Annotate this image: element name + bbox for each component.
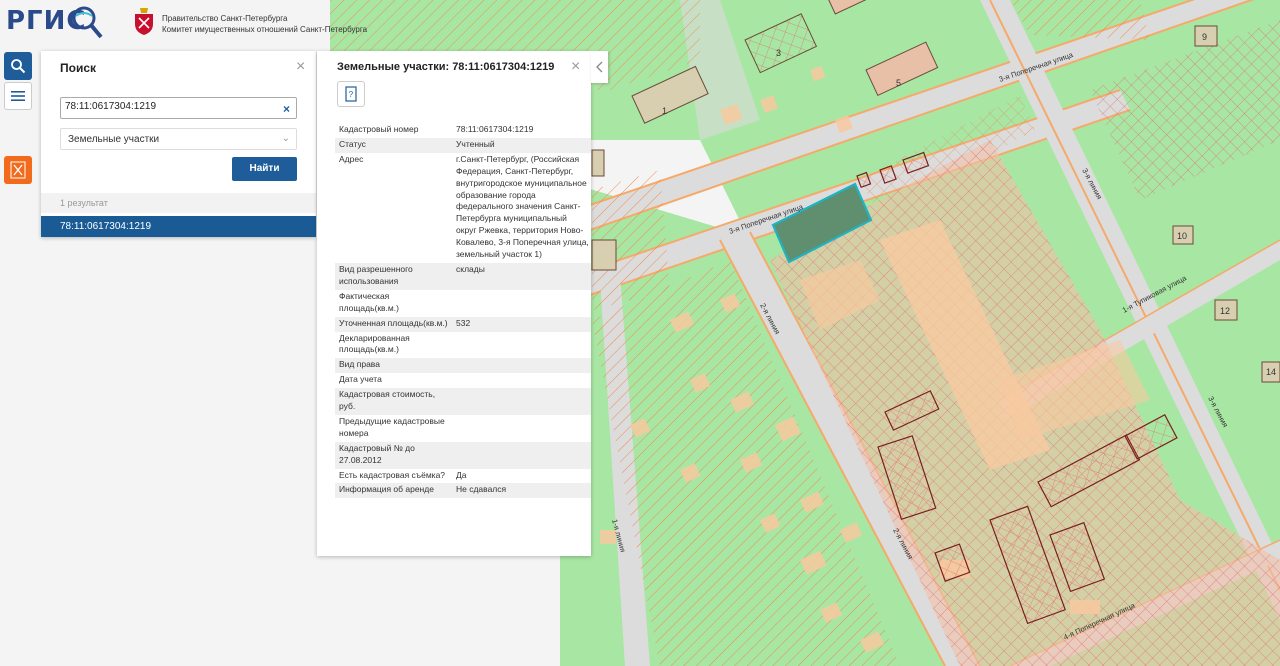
attribute-value: 78:11:0617304:1219 <box>456 124 534 134</box>
parcel-info-panel: Земельные участки: 78:11:0617304:1219 × … <box>317 51 591 556</box>
attribute-value <box>452 290 591 317</box>
building-number: 10 <box>1177 231 1187 241</box>
attribute-value: Да <box>456 469 467 480</box>
svg-text:?: ? <box>349 90 354 99</box>
building-number: 1 <box>662 106 667 116</box>
building-number: 12 <box>1220 306 1230 316</box>
close-info-button[interactable]: × <box>571 59 580 75</box>
attribute-value <box>452 388 591 415</box>
building-number: 3 <box>776 48 781 58</box>
attribute-row: Фактическая площадь(кв.м.) <box>335 290 591 317</box>
attribute-row: Декларированная площадь(кв.м.) <box>335 332 591 359</box>
results-count: 1 результат <box>41 193 316 213</box>
clear-input-icon[interactable]: × <box>283 102 290 116</box>
layers-button[interactable] <box>4 156 32 184</box>
building-number: 5 <box>896 78 901 88</box>
category-select[interactable]: Земельные участки ⌄ <box>60 128 297 150</box>
attribute-key: Кадастровая стоимость, руб. <box>339 389 436 412</box>
menu-button[interactable] <box>4 82 32 110</box>
attribute-value: Не сдавался <box>456 484 507 495</box>
search-panel: Поиск × 78:11:0617304:1219 × Земельные у… <box>41 51 316 237</box>
attribute-row: Вид разрешенного использования склады <box>335 262 591 290</box>
attribute-key: Есть кадастровая съёмка? <box>339 469 446 480</box>
attribute-row: Предыдущие кадастровые номера <box>335 415 591 442</box>
attribute-value <box>452 358 591 373</box>
attribute-key: Дата учета <box>339 374 382 385</box>
spb-emblem-icon <box>10 161 26 179</box>
attribute-key: Вид права <box>339 359 380 370</box>
document-button[interactable]: ? <box>337 81 365 107</box>
attribute-row: Уточненная площадь(кв.м.) 532 <box>335 316 591 332</box>
attribute-key: Информация об аренде <box>339 484 434 495</box>
building-number: 9 <box>1202 32 1207 42</box>
attribute-key: Декларированная площадь(кв.м.) <box>339 332 410 355</box>
attribute-value: 532 <box>456 317 471 328</box>
magnifier-logo-icon <box>72 6 103 39</box>
header: РГИС Правительство Санкт-Петербурга Коми… <box>0 0 420 48</box>
attribute-key: Фактическая площадь(кв.м.) <box>339 290 399 313</box>
attribute-value <box>452 442 591 469</box>
result-item[interactable]: 78:11:0617304:1219 <box>41 216 316 237</box>
attribute-value <box>452 373 591 388</box>
attributes-table: Кадастровый номер 78:11:0617304:1219 Стату… <box>335 123 591 499</box>
search-panel-title: Поиск <box>60 61 97 75</box>
attribute-row: Информация об аренде Не сдавался <box>335 483 591 499</box>
search-input[interactable]: 78:11:0617304:1219 <box>60 97 297 119</box>
attribute-row: Кадастровый номер 78:11:0617304:1219 <box>335 123 591 138</box>
building-number: 14 <box>1266 367 1276 377</box>
attribute-row: Дата учета <box>335 373 591 388</box>
document-icon: ? <box>345 86 357 102</box>
info-panel-title: Земельные участки: 78:11:0617304:1219 <box>337 61 555 73</box>
close-search-button[interactable]: × <box>296 59 305 75</box>
attribute-value: г.Санкт-Петербург, (Российская Федерация… <box>456 153 589 260</box>
attribute-key: Предыдущие кадастровые номера <box>339 415 445 438</box>
chevron-down-icon: ⌄ <box>281 133 290 144</box>
attribute-key: Кадастровый № до 27.08.2012 <box>339 442 415 465</box>
search-icon <box>11 59 26 74</box>
attribute-value <box>452 415 591 442</box>
attribute-key: Адрес <box>339 153 364 164</box>
attribute-row: Кадастровая стоимость, руб. <box>335 388 591 415</box>
hamburger-menu-icon <box>11 91 25 101</box>
attribute-row: Вид права <box>335 358 591 374</box>
attribute-value: склады <box>456 263 485 274</box>
attribute-row: Кадастровый № до 27.08.2012 <box>335 441 591 469</box>
attribute-value <box>452 332 591 359</box>
attribute-key: Вид разрешенного использования <box>339 263 413 286</box>
attribute-row: Статус Учтенный <box>335 137 591 153</box>
spb-coat-of-arms-icon <box>135 8 153 35</box>
government-caption: Правительство Санкт-Петербурга Комитет и… <box>162 14 368 34</box>
attribute-value: Учтенный <box>456 138 495 149</box>
attribute-row: Адрес г.Санкт-Петербург, (Российская Феде… <box>335 153 591 263</box>
attribute-key: Статус <box>339 138 366 149</box>
attribute-key: Уточненная площадь(кв.м.) <box>339 317 448 328</box>
category-select-value: Земельные участки <box>68 134 160 145</box>
chevron-left-icon <box>595 61 602 73</box>
attribute-key: Кадастровый номер <box>339 124 419 134</box>
search-toggle-button[interactable] <box>4 52 32 80</box>
collapse-panel-button[interactable] <box>591 51 608 83</box>
find-button[interactable]: Найти <box>232 157 297 181</box>
attribute-row: Есть кадастровая съёмка? Да <box>335 469 591 484</box>
